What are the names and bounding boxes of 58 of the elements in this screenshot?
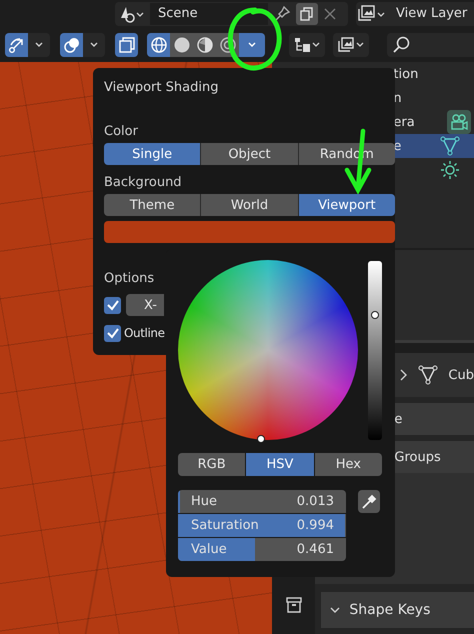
gizmo-button[interactable]: [5, 33, 28, 57]
popover-title: Viewport Shading: [104, 80, 220, 97]
outliner-filter-button[interactable]: [289, 33, 325, 57]
number-slider-field[interactable]: Value 0.461: [178, 538, 346, 561]
shading-mode-button[interactable]: [170, 33, 193, 57]
close-icon[interactable]: [322, 6, 338, 22]
color-mode-tab[interactable]: Hex: [314, 453, 382, 476]
field-label: Value: [191, 542, 227, 557]
slider-thumb[interactable]: [371, 310, 379, 319]
field-value: 0.013: [296, 494, 334, 509]
segment-button[interactable]: Object: [201, 143, 298, 165]
overlay-button[interactable]: [60, 33, 83, 57]
field-label: Hue: [191, 494, 218, 509]
segment-button[interactable]: Viewport: [298, 194, 395, 216]
caret-icon: [247, 41, 257, 49]
segment-button[interactable]: World: [201, 194, 298, 216]
color-mode-tab[interactable]: HSV: [246, 453, 314, 476]
field-value: 0.994: [296, 518, 334, 533]
section-label: Color: [104, 124, 139, 140]
mesh-icon: [418, 365, 438, 385]
number-slider-field[interactable]: Saturation 0.994: [178, 514, 346, 537]
mesh-icon: [440, 136, 460, 156]
checkbox[interactable]: [104, 296, 121, 314]
field-label: Saturation: [191, 518, 259, 533]
search-field[interactable]: [387, 33, 474, 57]
caret-icon: [329, 605, 342, 615]
wheel-cursor[interactable]: [256, 435, 265, 444]
number-slider-field[interactable]: Hue 0.013: [178, 490, 346, 513]
xray-button[interactable]: [115, 33, 138, 57]
panel-header-label: Groups: [394, 450, 441, 464]
display-mode-button[interactable]: [333, 33, 369, 57]
section-label: Options: [104, 271, 156, 287]
search-icon: [391, 35, 411, 55]
outliner-item-label: tion: [393, 66, 418, 82]
object-name: Cub: [448, 368, 474, 382]
scene-field[interactable]: Scene: [150, 3, 268, 25]
duplicate-button[interactable]: [296, 3, 318, 25]
archive-icon[interactable]: [284, 596, 303, 614]
dropdown-caret-button[interactable]: [28, 33, 50, 57]
dropdown-caret-button[interactable]: [83, 33, 105, 57]
eyedropper-button[interactable]: [358, 490, 380, 513]
panel-header-label: e: [394, 412, 402, 426]
caret-icon: [89, 41, 99, 49]
color-mode-tab[interactable]: RGB: [178, 453, 246, 476]
field-value: 0.461: [296, 542, 334, 557]
light-icon: [440, 160, 460, 180]
shading-mode-button[interactable]: [147, 33, 170, 57]
checkbox[interactable]: [104, 324, 121, 342]
checkbox-label: Outline: [124, 326, 165, 340]
color-swatch[interactable]: [104, 221, 395, 243]
segment-button[interactable]: Theme: [104, 194, 200, 216]
value-slider[interactable]: [368, 261, 382, 440]
camera-icon[interactable]: [447, 110, 472, 134]
caret-icon: [34, 41, 44, 49]
segment-button[interactable]: Single: [104, 143, 200, 165]
shape-keys-panel-header[interactable]: Shape Keys: [321, 592, 474, 628]
xray-toggle-button[interactable]: X-: [126, 294, 164, 316]
section-label: Background: [104, 175, 183, 191]
